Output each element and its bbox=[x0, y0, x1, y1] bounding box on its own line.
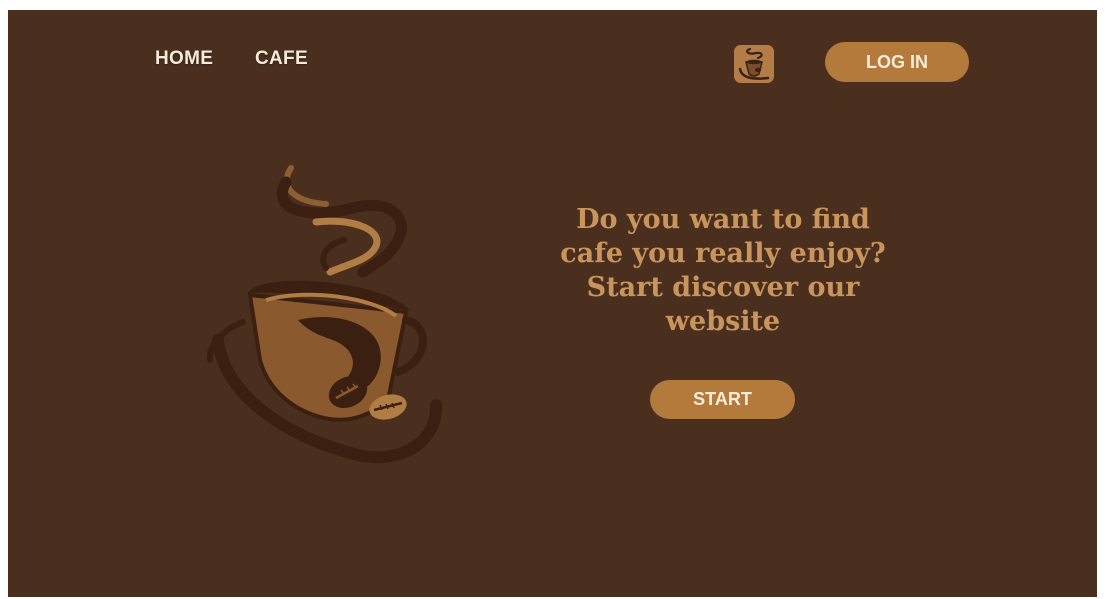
nav-home-link[interactable]: HOME bbox=[155, 48, 213, 70]
start-button[interactable]: START bbox=[650, 380, 795, 419]
coffee-cup-illustration bbox=[198, 160, 448, 465]
login-button[interactable]: LOG IN bbox=[825, 42, 969, 82]
hero-title: Do you want to find cafe you really enjo… bbox=[560, 204, 886, 337]
landing-page: HOME CAFE LOG IN Do you want to find caf… bbox=[8, 10, 1097, 597]
coffee-cup-icon[interactable] bbox=[734, 45, 774, 83]
nav-cafe-link[interactable]: CAFE bbox=[255, 48, 308, 70]
